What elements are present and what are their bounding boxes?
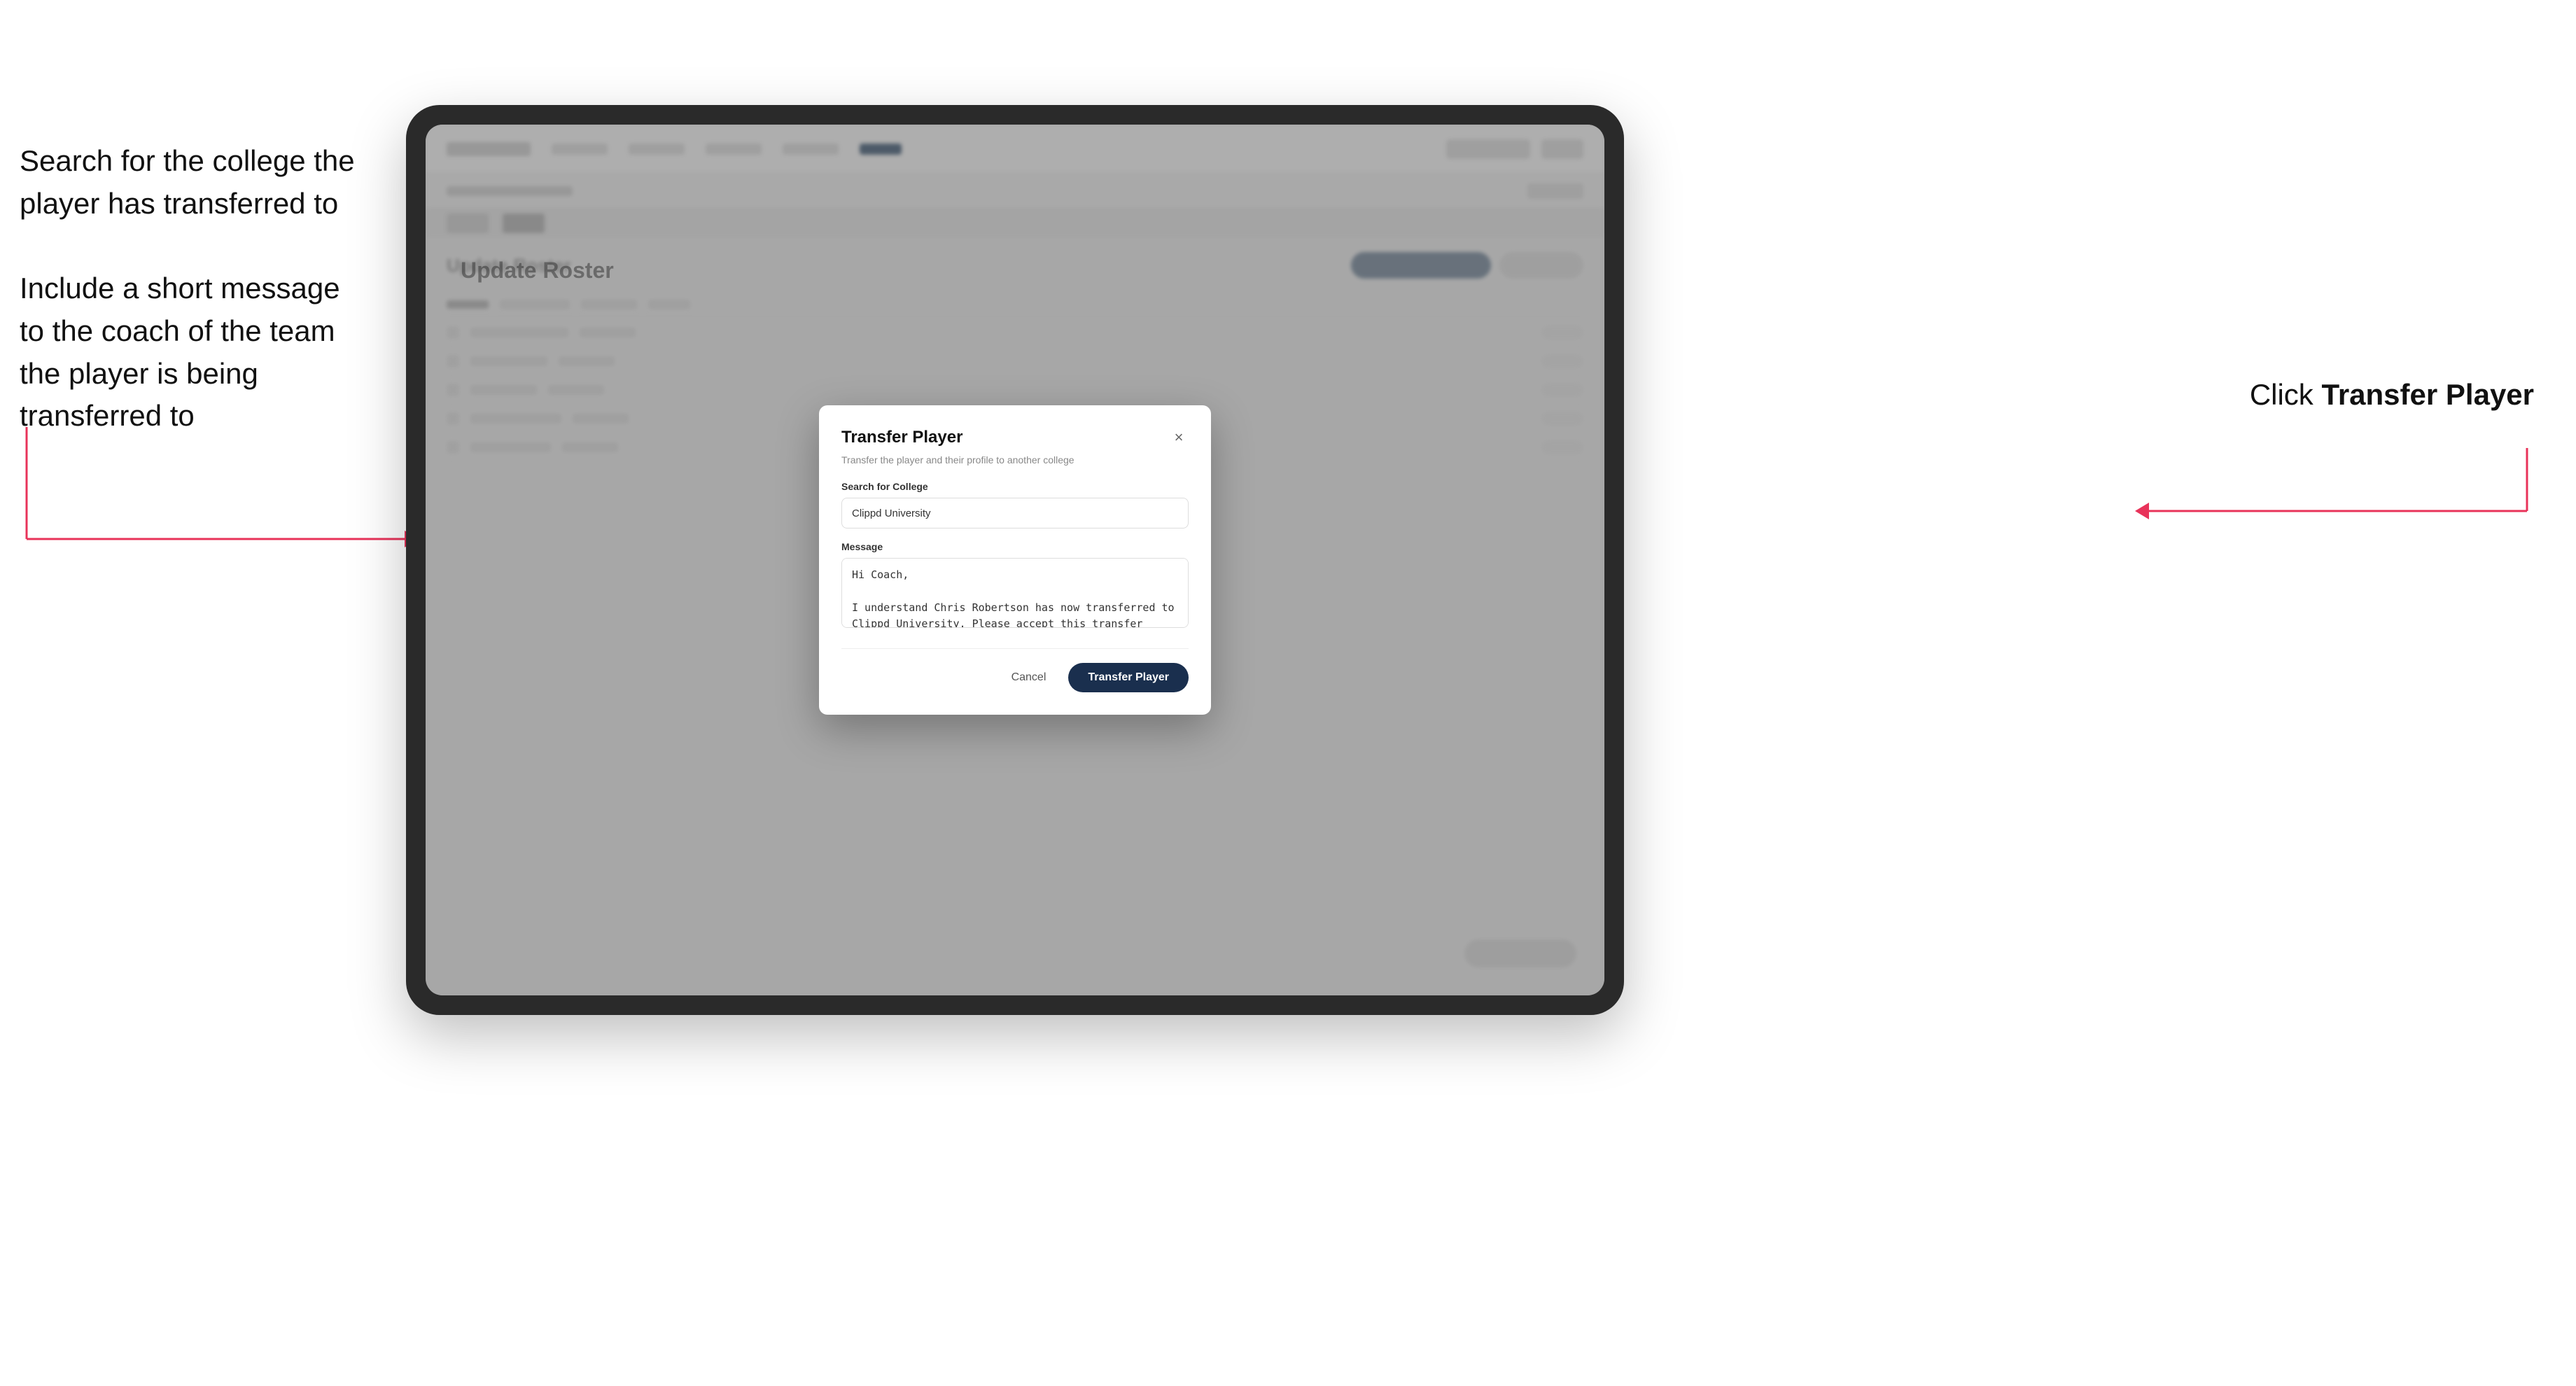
- annotation-line-1: Search for the college the: [20, 140, 384, 183]
- tablet-frame: Update Roster: [406, 105, 1624, 1015]
- search-college-input[interactable]: [841, 498, 1189, 528]
- cancel-button[interactable]: Cancel: [999, 664, 1059, 691]
- modal-header: Transfer Player ×: [841, 428, 1189, 447]
- right-arrow: [2030, 448, 2534, 532]
- modal-overlay: Transfer Player × Transfer the player an…: [426, 125, 1604, 995]
- transfer-player-button[interactable]: Transfer Player: [1068, 663, 1189, 692]
- annotation-line-2: player has transferred to: [20, 183, 384, 225]
- annotation-line-3: Include a short message: [20, 267, 384, 310]
- message-textarea[interactable]: Hi Coach, I understand Chris Robertson h…: [841, 558, 1189, 628]
- transfer-player-modal: Transfer Player × Transfer the player an…: [819, 405, 1211, 715]
- annotation-right-prefix: Click: [2250, 378, 2322, 411]
- modal-footer: Cancel Transfer Player: [841, 648, 1189, 692]
- left-annotation: Search for the college the player has tr…: [20, 140, 384, 438]
- annotation-line-5: the player is being: [20, 353, 384, 396]
- right-annotation: Click Transfer Player: [2250, 378, 2534, 412]
- message-label: Message: [841, 541, 1189, 552]
- modal-close-button[interactable]: ×: [1169, 428, 1189, 447]
- left-arrow: [20, 427, 440, 581]
- tablet-screen: Update Roster: [426, 125, 1604, 995]
- annotation-right-bold: Transfer Player: [2321, 378, 2534, 411]
- search-college-label: Search for College: [841, 481, 1189, 492]
- modal-subtitle: Transfer the player and their profile to…: [841, 454, 1189, 465]
- modal-title: Transfer Player: [841, 428, 962, 447]
- annotation-line-4: to the coach of the team: [20, 310, 384, 353]
- annotation-line-6: transferred to: [20, 395, 384, 438]
